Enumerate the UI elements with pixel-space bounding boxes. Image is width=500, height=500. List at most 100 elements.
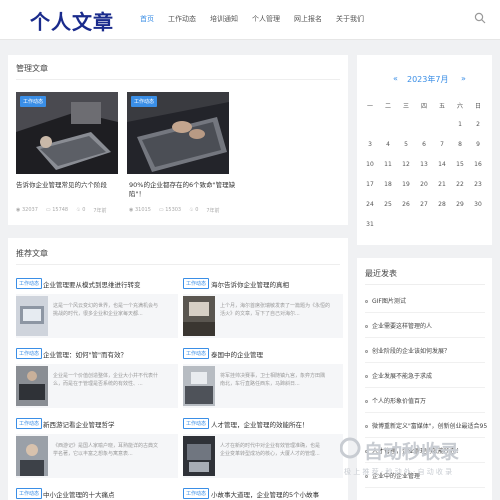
weekday-label: 六 [457,103,464,110]
latest-post-link[interactable]: 企业发展不能急于求成 [365,371,487,380]
calendar-day[interactable]: 26 [398,201,414,208]
calendar-day[interactable]: 20 [416,181,432,188]
category-tag[interactable]: 工作动态 [20,96,47,107]
category-tag[interactable]: 工作动态 [183,488,210,499]
calendar-day[interactable]: 13 [416,161,432,168]
excerpt-line: 将军挂帅决赛事，卫士相随镇九宫，象弈方田隅 [220,373,326,379]
latest-post-link[interactable]: 创业阶段的企业该如何发展？ [365,346,487,355]
article-title[interactable]: 泰国中的企业管理 [211,349,263,359]
article-title[interactable]: 告诉你企业管理常见的六个阶段 [16,181,126,190]
article-thumbnail[interactable] [183,436,215,476]
calendar-day[interactable]: 22 [452,181,468,188]
nav-training[interactable]: 培训通知 [210,14,238,24]
calendar-day[interactable]: 12 [398,161,414,168]
calendar-day[interactable]: 1 [452,121,468,128]
category-tag[interactable]: 工作动态 [183,278,210,289]
calendar-day[interactable]: 27 [416,201,432,208]
calendar-day[interactable]: 30 [470,201,486,208]
watermark-sub: 极 上 推 荐 · 秒 动 外 · 自 动 收 录 [344,467,452,476]
excerpt-line: 企业变革转型成功的核心，大厦人才的管理... [220,451,320,457]
calendar-day[interactable]: 14 [434,161,450,168]
prev-month-button[interactable]: « [393,74,398,83]
bullet-icon [365,375,368,378]
latest-post-title: 个人的形象价值百万 [372,398,427,405]
article-title[interactable]: 90%的企业都存在的6个致命"管理缺陷"！ [129,181,239,199]
calendar-day[interactable]: 21 [434,181,450,188]
article-excerpt: 将军挂帅决赛事，卫士相随镇九宫，象弈方田隅 南北，车行直路任西东，马蹄斜日... [220,372,340,388]
calendar-day[interactable]: 23 [470,181,486,188]
nav-signup[interactable]: 网上报名 [294,14,322,24]
category-tag[interactable]: 工作动态 [183,418,210,429]
calendar-day[interactable]: 29 [452,201,468,208]
article-title[interactable]: 中小企业管理的十大痛点 [43,489,115,499]
calendar-day[interactable]: 3 [362,141,378,148]
nav-home[interactable]: 首页 [140,14,154,24]
article-title[interactable]: 新西游记看企业管理哲学 [43,419,115,429]
nav-work-news[interactable]: 工作动态 [168,14,196,24]
likes-value: 0 [82,207,86,213]
excerpt-line: 活火》的文章，写下了自己对海尔... [220,311,300,317]
site-logo[interactable]: 个人文章 [30,6,114,35]
article-title[interactable]: 企业管理：如何"管"而有效？ [43,349,127,359]
divider [16,264,340,265]
eye-icon: ◉ [129,207,134,213]
bullet-icon [365,300,368,303]
article-thumbnail[interactable] [16,366,48,406]
category-tag[interactable]: 工作动态 [131,96,158,107]
weekday-label: 二 [385,103,392,110]
calendar-day[interactable]: 31 [362,221,378,228]
calendar-day[interactable]: 17 [362,181,378,188]
calendar-day[interactable]: 6 [416,141,432,148]
category-tag[interactable]: 工作动态 [16,418,43,429]
calendar-day[interactable]: 28 [434,201,450,208]
article-title[interactable]: 海尔告诉你企业管理的真相 [211,279,289,289]
latest-post-link[interactable]: 个人的形象价值百万 [365,396,487,405]
calendar-day[interactable]: 19 [398,181,414,188]
article-title[interactable]: 小故事大道理，企业管理的5个小故事 [211,489,319,499]
calendar-day[interactable]: 4 [380,141,396,148]
nav-personal[interactable]: 个人管理 [252,14,280,24]
article-title[interactable]: 人才管理，企业管理的效能所在！ [211,419,309,429]
calendar-day[interactable]: 10 [362,161,378,168]
category-tag[interactable]: 工作动态 [16,348,43,359]
article-thumbnail[interactable] [183,366,215,406]
calendar-day[interactable]: 9 [470,141,486,148]
calendar-day[interactable]: 15 [452,161,468,168]
calendar-day[interactable]: 25 [380,201,396,208]
category-tag[interactable]: 工作动态 [16,278,43,289]
calendar-day[interactable]: 16 [470,161,486,168]
latest-post-link[interactable]: GIF图片测试 [365,296,487,305]
views-count: ◉ 31015 [129,207,151,214]
next-month-button[interactable]: » [461,74,466,83]
article-thumbnail[interactable]: 工作动态 [127,92,229,174]
weekday-label: 四 [421,103,428,110]
article-thumbnail[interactable] [16,296,48,336]
article-thumbnail[interactable] [183,296,215,336]
calendar-day[interactable]: 7 [434,141,450,148]
latest-post-link[interactable]: 企业需要这样管理的人 [365,321,487,330]
calendar-day[interactable]: 11 [380,161,396,168]
calendar-day[interactable]: 18 [380,181,396,188]
latest-post-title: 企业发展不能急于求成 [372,373,433,380]
calendar-day[interactable]: 24 [362,201,378,208]
comments-value: 15748 [52,207,69,213]
category-tag[interactable]: 工作动态 [16,488,43,499]
excerpt-line: 南北，车行直路任西东，马蹄斜日... [220,381,300,387]
article-thumbnail[interactable] [16,436,48,476]
article-meta: ◉ 32037 ▭ 15748 ♧ 0 7年前 [16,207,107,214]
latest-post-link[interactable]: 微博重新定义"富媒体"，创新创业最适合95后？ [365,421,487,430]
views-value: 32037 [21,207,38,213]
excerpt-line: 《西游记》是国人家喻户晓，耳熟能详的古典文 [53,443,159,449]
category-tag[interactable]: 工作动态 [183,348,210,359]
likes-value: 0 [195,207,199,213]
calendar-day[interactable]: 5 [398,141,414,148]
search-icon[interactable] [474,12,486,24]
article-thumbnail[interactable]: 工作动态 [16,92,118,174]
calendar-day[interactable]: 2 [470,121,486,128]
article-title[interactable]: 企业管理要从模式到思维进行转变 [43,279,141,289]
calendar-day[interactable]: 8 [452,141,468,148]
views-count: ◉ 32037 [16,207,38,214]
likes-count: ♧ 0 [189,207,198,214]
article-excerpt: 上个月，海尔首席张瑞敏发表了一篇题为《永恒的 活火》的文章，写下了自己对海尔... [220,302,340,318]
nav-about[interactable]: 关于我们 [336,14,364,24]
